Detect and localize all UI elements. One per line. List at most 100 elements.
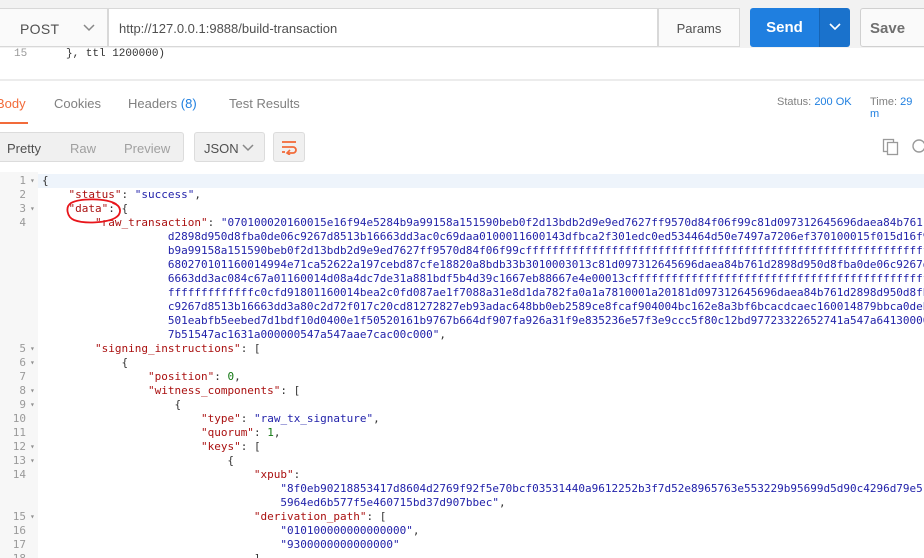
status-label: Status: (777, 96, 812, 108)
params-button[interactable]: Params (658, 8, 740, 47)
chevron-down-icon (242, 144, 254, 152)
code-token: { (42, 174, 49, 187)
code-token: : (293, 468, 301, 481)
url-text: http://127.0.0.1:9888/build-transaction (119, 21, 338, 36)
line-number: 4 (19, 216, 26, 229)
code-token: , (498, 496, 506, 509)
code-token: d2898d950d8fba0de06c9267d8513b16663dd3ac… (42, 230, 924, 243)
url-input[interactable]: http://127.0.0.1:9888/build-transaction (108, 8, 658, 47)
copy-icon[interactable] (882, 138, 900, 156)
fold-arrow-icon[interactable]: ▾ (30, 442, 35, 451)
tab-body[interactable]: Body (0, 96, 26, 111)
code-token: "010100000000000000" (280, 524, 413, 537)
code-token: : [ (240, 440, 261, 453)
line-number: 6 (19, 356, 26, 369)
fold-arrow-icon[interactable]: ▾ (30, 358, 35, 367)
code-line: b9a99158a151590beb0f2d13bdb2d9e9ed7627ff… (42, 244, 924, 257)
line-number: 7 (19, 370, 26, 383)
code-line: 7b51547ac1631a000000547a547aae7cac00c000… (42, 328, 446, 341)
chevron-down-icon (829, 23, 841, 31)
fold-arrow-icon[interactable]: ▾ (30, 176, 35, 185)
fold-arrow-icon[interactable]: ▾ (30, 512, 35, 521)
code-line: { (42, 454, 234, 467)
response-tabs: Body Cookies Headers (8) Test Results St… (0, 81, 924, 125)
active-tab-indicator (0, 122, 28, 124)
line-number: 3 (19, 202, 26, 215)
code-token: "type" (200, 412, 241, 425)
save-label: Save (870, 20, 906, 37)
code-token: "keys" (200, 440, 241, 453)
fold-arrow-icon[interactable]: ▾ (30, 386, 35, 395)
code-line: 501eabfb5eebed7d1bdf10d0400e1f50520161b9… (42, 314, 924, 327)
tab-cookies[interactable]: Cookies (54, 96, 101, 111)
fold-arrow-icon[interactable]: ▾ (30, 204, 35, 213)
status-value: 200 OK (814, 96, 852, 108)
code-line: "9300000000000000" (42, 538, 400, 551)
send-options-button[interactable] (819, 8, 850, 47)
fold-arrow-icon[interactable]: ▾ (30, 344, 35, 353)
raw-button[interactable]: Raw (70, 141, 96, 156)
tab-headers-label: Headers (128, 96, 178, 111)
line-number: 9 (19, 398, 26, 411)
response-body-viewer[interactable]: 1 ▾{2 "status": "success", 3 ▾ "data": {4 "… (0, 172, 924, 558)
code-token: { (42, 398, 182, 411)
method-dropdown[interactable]: POST (0, 8, 108, 47)
status-info: Status: 200 OK (777, 96, 852, 108)
send-button[interactable]: Send (750, 8, 819, 47)
code-line: 6663dd3ac084c67a01160014d08a4dc7de31a881… (42, 272, 924, 285)
code-token: 6663dd3ac084c67a01160014d08a4dc7de31a881… (42, 272, 924, 285)
code-line: "position": 0, (42, 370, 241, 383)
wrap-lines-button[interactable] (273, 132, 305, 162)
request-body-editor[interactable]: 15 }, ttl 1200000) (0, 48, 924, 66)
code-token: 501eabfb5eebed7d1bdf10d0400e1f50520161b9… (42, 314, 924, 327)
code-token: "9300000000000000" (280, 538, 400, 551)
fold-arrow-icon[interactable]: ▾ (30, 400, 35, 409)
tab-test-results[interactable]: Test Results (229, 96, 300, 111)
chevron-down-icon (83, 24, 95, 32)
headers-count-badge: (8) (180, 96, 197, 111)
code-line: fffffffffffffc0cfd91801160014bea2c0fd087… (42, 286, 924, 299)
code-line: 5964ed6b577f5e460715bd37d907bbec", (42, 496, 506, 509)
save-button[interactable]: Save (860, 8, 924, 47)
line-number: 11 (12, 426, 26, 439)
code-token: "witness_components" (147, 384, 281, 397)
code-line: "xpub": (42, 468, 300, 481)
send-label: Send (766, 19, 803, 36)
search-icon[interactable] (910, 138, 924, 156)
params-label: Params (676, 21, 722, 36)
fold-arrow-icon[interactable]: ▾ (30, 456, 35, 465)
time-info: Time: 29 m (870, 96, 924, 120)
code-line: "type": "raw_tx_signature", (42, 412, 380, 425)
code-token: "signing_instructions" (94, 342, 241, 355)
line-number: 1 (19, 174, 26, 187)
line-number: 13 (12, 454, 26, 467)
code-line: 680270101160014994e71ca52622a197cebd87cf… (42, 258, 924, 271)
code-line: "010100000000000000", (42, 524, 419, 537)
format-dropdown[interactable]: JSON (194, 132, 265, 162)
line-number: 17 (12, 538, 26, 551)
code-token: "success" (134, 188, 195, 201)
code-token: 7b51547ac1631a000000547a547aae7cac00c000… (42, 328, 440, 341)
preview-button[interactable]: Preview (124, 141, 170, 156)
pretty-button[interactable]: Pretty (7, 141, 41, 156)
code-token: , (194, 188, 201, 201)
tab-headers[interactable]: Headers (8) (128, 96, 197, 111)
code-token: { (42, 454, 235, 467)
code-token: , (273, 426, 281, 439)
code-token: fffffffffffffc0cfd91801160014bea2c0fd087… (42, 286, 924, 299)
code-line: "keys": [ (42, 440, 261, 453)
code-line: }, ttl 1200000) (66, 48, 166, 60)
code-token: "xpub" (253, 468, 294, 481)
code-line: "witness_components": [ (42, 384, 300, 397)
code-token: ], (42, 552, 267, 558)
line-number: 5 (19, 342, 26, 355)
code-token: : [ (240, 342, 261, 355)
code-line: { (42, 356, 128, 369)
